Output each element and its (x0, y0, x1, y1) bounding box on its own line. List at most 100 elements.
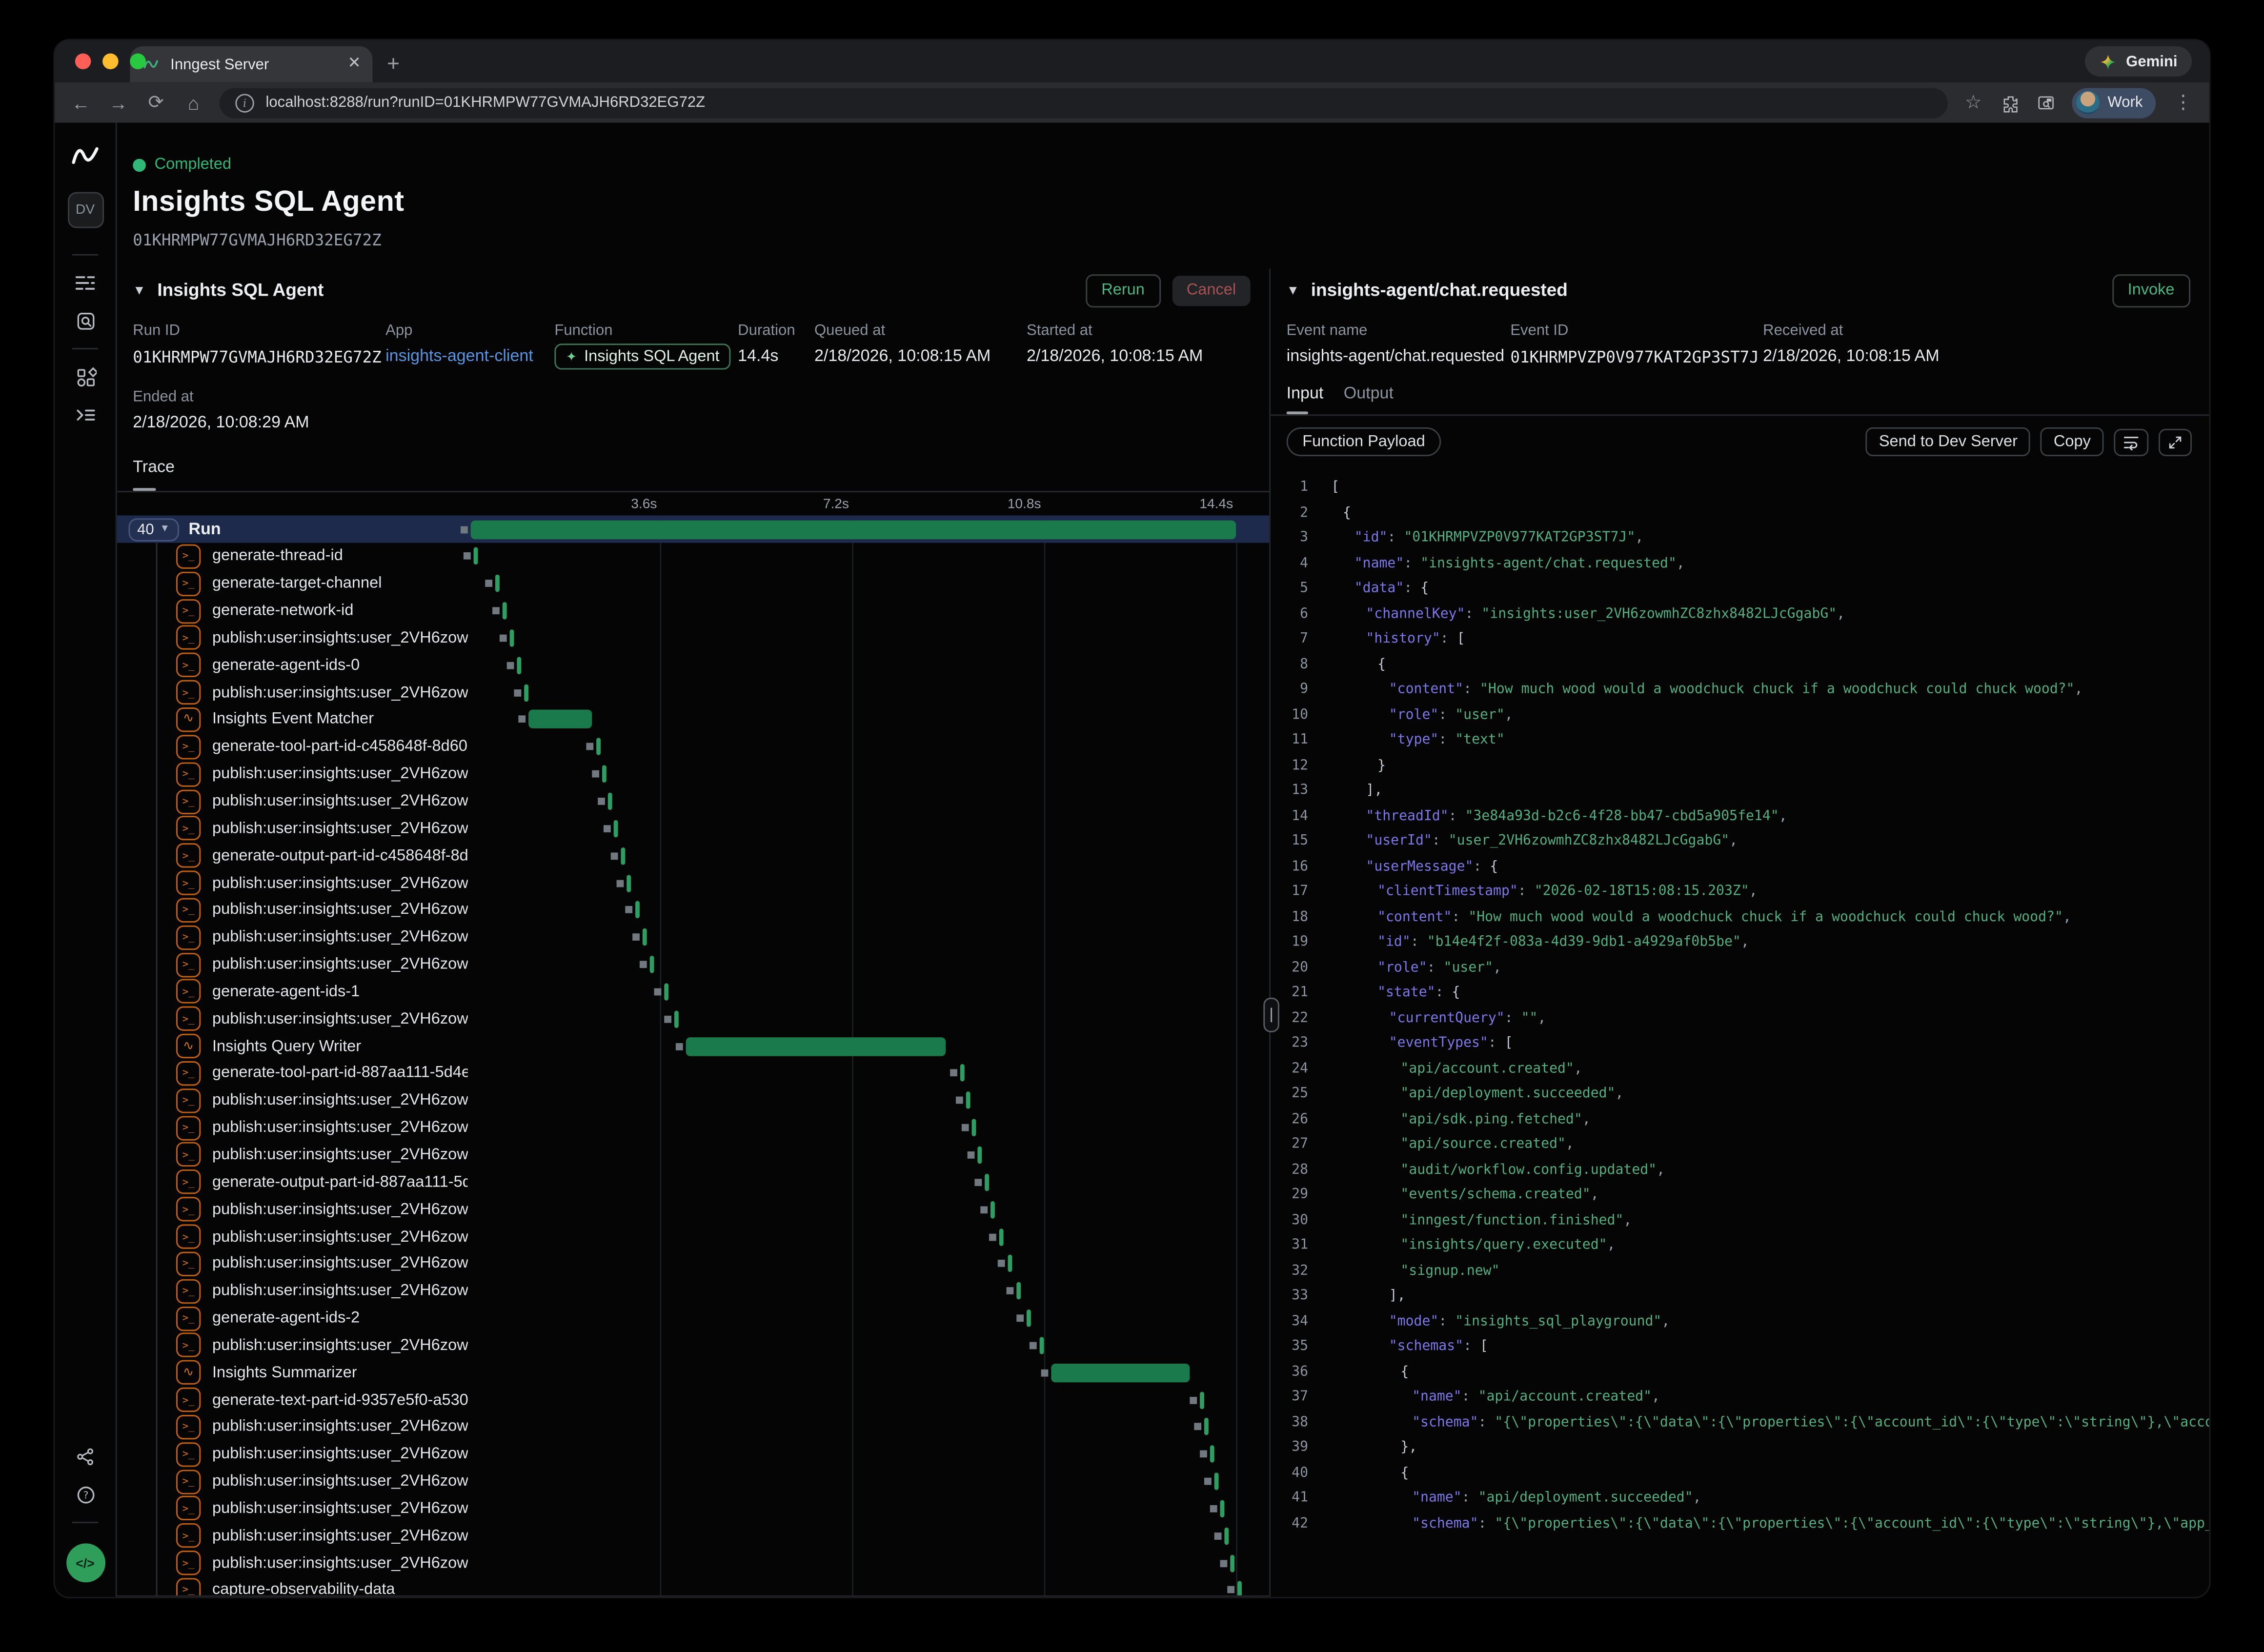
trace-row[interactable]: >_generate-network-id (117, 597, 1269, 625)
trace-row[interactable]: >_publish:user:insights:user_2VH6zowmh..… (117, 951, 1269, 978)
trace-row[interactable]: >_publish:user:insights:user_2VH6zowmh..… (117, 1087, 1269, 1114)
trace-row[interactable]: >_generate-text-part-id-9357e5f0-a530-4.… (117, 1386, 1269, 1413)
bookmark-star-icon[interactable]: ☆ (1962, 91, 1985, 114)
back-icon[interactable]: ← (69, 92, 92, 113)
trace-row[interactable]: >_publish:user:insights:user_2VH6zowmh..… (117, 1250, 1269, 1277)
browser-menu-icon[interactable]: ⋮ (2172, 91, 2195, 114)
step-count-badge[interactable]: 40 ▼ (128, 518, 178, 541)
gemini-button[interactable]: Gemini (2085, 46, 2192, 77)
queue-marker (598, 798, 605, 805)
invoke-button[interactable]: Invoke (2112, 274, 2190, 307)
trace-row[interactable]: >_publish:user:insights:user_2VH6zowmh..… (117, 1550, 1269, 1577)
trace-row[interactable]: >_generate-agent-ids-2 (117, 1305, 1269, 1332)
tab-trace[interactable]: Trace (133, 453, 175, 491)
trace-row[interactable]: ∿Insights Summarizer (117, 1359, 1269, 1387)
trace-row[interactable]: >_generate-agent-ids-0 (117, 652, 1269, 679)
line-number: 15 (1271, 829, 1308, 854)
word-wrap-icon[interactable] (2114, 428, 2148, 455)
tab-close-icon[interactable]: ✕ (348, 56, 361, 72)
expand-icon[interactable] (2159, 428, 2192, 455)
trace-row[interactable]: >_publish:user:insights:user_2VH6zowmh..… (117, 1468, 1269, 1495)
trace-row-label: publish:user:insights:user_2VH6zowmh... (212, 1527, 468, 1545)
span-tick (999, 1228, 1004, 1246)
rerun-button[interactable]: Rerun (1086, 274, 1161, 307)
trace-row[interactable]: >_generate-thread-id (117, 543, 1269, 570)
span-tick (627, 874, 631, 892)
trace-row[interactable]: >_generate-tool-part-id-c458648f-8d60-..… (117, 733, 1269, 761)
span-tick (614, 820, 619, 837)
line-number: 24 (1271, 1056, 1308, 1082)
trace-row[interactable]: >_publish:user:insights:user_2VH6zowmh..… (117, 761, 1269, 788)
browser-tab[interactable]: Inngest Server ✕ (130, 46, 372, 82)
extensions-icon[interactable] (2001, 93, 2020, 112)
trace-row[interactable]: >_generate-output-part-id-c458648f-8d6..… (117, 842, 1269, 869)
trace-row[interactable]: >_publish:user:insights:user_2VH6zowmh..… (117, 1277, 1269, 1305)
trace-row[interactable]: >_publish:user:insights:user_2VH6zowmh..… (117, 1441, 1269, 1468)
trace-row[interactable]: >_publish:user:insights:user_2VH6zowmh..… (117, 1006, 1269, 1033)
trace-row[interactable]: ∿Insights Query Writer (117, 1032, 1269, 1060)
reading-mode-icon[interactable] (2036, 93, 2056, 112)
panel-resize-handle[interactable] (1263, 998, 1279, 1032)
app-link[interactable]: insights-agent-client (385, 348, 554, 365)
trace-waterfall[interactable]: 3.6s7.2s10.8s14.4s 40 ▼ (117, 492, 1269, 1597)
cancel-button[interactable]: Cancel (1172, 275, 1251, 305)
trace-row[interactable]: >_publish:user:insights:user_2VH6zowmh..… (117, 1495, 1269, 1522)
queue-marker (675, 1043, 683, 1050)
send-to-dev-server-button[interactable]: Send to Dev Server (1866, 427, 2030, 456)
trace-row[interactable]: ∿Insights Event Matcher (117, 706, 1269, 733)
trace-row[interactable]: >_capture-observability-data (117, 1577, 1269, 1597)
line-number: 27 (1271, 1132, 1308, 1157)
trace-row[interactable]: >_publish:user:insights:user_2VH6zowmh..… (117, 1114, 1269, 1142)
env-avatar[interactable]: DV (67, 192, 103, 228)
trace-row[interactable]: >_publish:user:insights:user_2VH6zowmh..… (117, 1332, 1269, 1359)
function-payload-toggle[interactable]: Function Payload (1287, 427, 1441, 456)
payload-code-editor[interactable]: 1[2{3"id": "01KHRMPVZP0V977KAT2GP3ST7J",… (1271, 466, 2209, 1597)
trace-row[interactable]: >_generate-tool-part-id-887aa111-5d4e-45… (117, 1060, 1269, 1087)
tab-output[interactable]: Output (1344, 385, 1394, 403)
terminal-icon[interactable] (65, 396, 105, 433)
trace-row[interactable]: >_publish:user:insights:user_2VH6zowmh..… (117, 1223, 1269, 1250)
trace-row[interactable]: >_publish:user:insights:user_2VH6zowmh..… (117, 1522, 1269, 1550)
close-window-button[interactable] (75, 53, 91, 69)
trace-row[interactable]: >_publish:user:insights:user_2VH6zowmh..… (117, 815, 1269, 842)
trace-row-label: publish:user:insights:user_2VH6zowmh... (212, 1010, 468, 1028)
function-badge[interactable]: ✦ Insights SQL Agent (554, 343, 731, 369)
copy-button[interactable]: Copy (2041, 427, 2103, 456)
forward-icon[interactable]: → (107, 92, 130, 113)
trace-row[interactable]: >_publish:user:insights:user_2VH6zowmh..… (117, 1141, 1269, 1168)
chevron-down-icon[interactable]: ▼ (133, 283, 145, 298)
home-icon[interactable]: ⌂ (182, 92, 205, 113)
site-info-icon[interactable]: i (235, 93, 254, 112)
trace-row[interactable]: >_generate-output-part-id-887aa111-5d4e.… (117, 1168, 1269, 1196)
trace-row[interactable]: >_publish:user:insights:user_2VH6zowmh..… (117, 869, 1269, 897)
url-bar[interactable]: i localhost:8288/run?runID=01KHRMPW77GVM… (220, 87, 1947, 118)
apps-icon[interactable] (65, 358, 105, 396)
dev-mode-button[interactable]: </> (66, 1543, 105, 1582)
tab-input[interactable]: Input (1287, 385, 1324, 403)
trace-row[interactable]: >_generate-target-channel (117, 570, 1269, 597)
trace-row[interactable]: >_publish:user:insights:user_2VH6zowmh..… (117, 679, 1269, 706)
trace-row[interactable]: >_publish:user:insights:user_2VH6zowmh..… (117, 625, 1269, 652)
search-icon[interactable] (65, 302, 105, 339)
trace-row[interactable]: >_publish:user:insights:user_2VH6zowmh..… (117, 788, 1269, 815)
trace-row[interactable]: >_generate-agent-ids-1 (117, 978, 1269, 1006)
svg-text:?: ? (82, 1489, 88, 1500)
maximize-window-button[interactable] (130, 53, 146, 69)
minimize-window-button[interactable] (102, 53, 119, 69)
profile-button[interactable]: Work (2072, 87, 2156, 118)
trace-row[interactable]: >_publish:user:insights:user_2VH6zowmh..… (117, 1196, 1269, 1223)
inngest-logo[interactable] (65, 137, 105, 175)
chevron-down-icon[interactable]: ▼ (1287, 283, 1299, 298)
trace-row-run[interactable]: 40 ▼ Run (117, 515, 1269, 543)
new-tab-button[interactable]: + (387, 52, 400, 77)
help-icon[interactable]: ? (65, 1475, 105, 1513)
trace-row[interactable]: >_publish:user:insights:user_2VH6zowmh..… (117, 897, 1269, 924)
share-icon[interactable] (65, 1438, 105, 1475)
trace-row[interactable]: >_publish:user:insights:user_2VH6zowmh..… (117, 1413, 1269, 1441)
runs-icon[interactable] (65, 264, 105, 302)
code-line: 6"channelKey": "insights:user_2VH6zowmhZ… (1271, 602, 2209, 627)
span-tick (620, 847, 625, 865)
trace-row[interactable]: >_publish:user:insights:user_2VH6zowmh..… (117, 924, 1269, 951)
reload-icon[interactable]: ⟳ (144, 91, 167, 114)
line-number: 13 (1271, 778, 1308, 804)
